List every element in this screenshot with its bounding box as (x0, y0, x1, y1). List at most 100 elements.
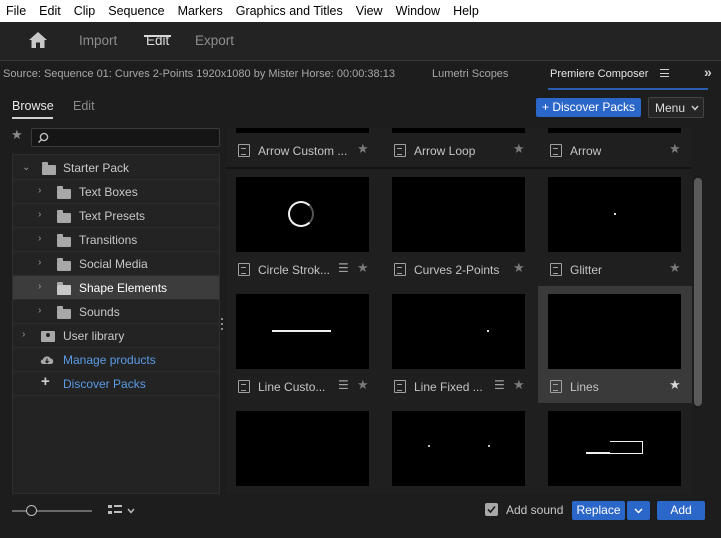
user-library-icon (41, 331, 55, 342)
tab-edit[interactable]: Edit (73, 99, 95, 113)
chevron-down-icon (634, 508, 643, 514)
panel-splitter-handle[interactable] (221, 318, 224, 332)
folder-icon (57, 306, 71, 319)
preset-options-icon[interactable]: ☰ (494, 378, 505, 392)
preset-file-icon (550, 144, 562, 157)
folder-icon (57, 210, 71, 223)
chevron-right-icon[interactable]: › (38, 185, 41, 196)
view-mode-icon[interactable] (108, 504, 122, 516)
preset-options-icon[interactable]: ☰ (338, 261, 349, 275)
preset-card[interactable]: Line Fixed ... ☰ ★ (382, 286, 538, 403)
tab-export[interactable]: Export (195, 33, 234, 48)
tree-item-user-library[interactable]: › User library (13, 324, 219, 348)
chevron-right-icon[interactable]: › (38, 233, 41, 244)
check-icon (487, 505, 496, 514)
preset-card[interactable] (226, 403, 382, 494)
menu-markers[interactable]: Markers (172, 4, 230, 18)
lumetri-scopes-tab[interactable]: Lumetri Scopes (432, 68, 508, 80)
add-sound-checkbox[interactable] (485, 503, 498, 516)
view-mode-chevron-icon[interactable] (127, 508, 135, 514)
tree-item-discover-packs[interactable]: + Discover Packs (13, 372, 219, 396)
menu-view[interactable]: View (350, 4, 390, 18)
discover-packs-button[interactable]: + Discover Packs (536, 98, 641, 117)
tree-item-sounds[interactable]: › Sounds (13, 300, 219, 324)
preset-file-icon (238, 263, 250, 276)
preset-card[interactable] (538, 403, 692, 494)
preset-thumbnail (392, 128, 525, 133)
chevron-right-icon[interactable]: › (38, 305, 41, 316)
tree-item-text-presets[interactable]: › Text Presets (13, 204, 219, 228)
chevron-right-icon[interactable]: › (38, 257, 41, 268)
panel-header: Source: Sequence 01: Curves 2-Points 192… (0, 62, 721, 88)
preset-file-icon (238, 144, 250, 157)
tab-browse[interactable]: Browse (12, 99, 54, 113)
preview-mark (428, 445, 430, 453)
preset-card[interactable]: Circle Strok... ☰ ★ (226, 169, 382, 286)
preset-card[interactable]: Line Custo... ☰ ★ (226, 286, 382, 403)
tree-item-starter-pack[interactable]: ⌄ Starter Pack (13, 156, 219, 180)
panel-overflow-icon[interactable]: » (704, 64, 712, 80)
replace-button[interactable]: Replace (572, 501, 625, 520)
preset-file-icon (394, 380, 406, 393)
add-button[interactable]: Add (657, 501, 705, 520)
menu-clip[interactable]: Clip (68, 4, 103, 18)
preset-card[interactable]: Curves 2-Points ★ (382, 169, 538, 286)
preset-card[interactable]: Arrow Custom ... ★ (226, 128, 382, 167)
favorite-star-icon[interactable]: ★ (669, 261, 681, 276)
thumbnail-size-slider[interactable] (12, 510, 92, 512)
preset-card[interactable]: Arrow Loop ★ (382, 128, 538, 167)
favorite-star-icon[interactable]: ★ (669, 142, 681, 157)
preset-card[interactable]: Arrow ★ (538, 128, 692, 167)
preset-thumbnail (548, 294, 681, 369)
tab-import[interactable]: Import (79, 33, 117, 48)
favorite-star-icon[interactable]: ★ (513, 378, 525, 393)
tree-item-label: Manage products (63, 353, 156, 367)
chevron-right-icon[interactable]: › (22, 329, 25, 340)
active-panel-indicator (548, 88, 708, 90)
favorite-star-icon[interactable]: ★ (669, 378, 681, 393)
line-fixed-preview (487, 330, 489, 332)
browse-tab-underline (12, 117, 53, 119)
favorite-star-icon[interactable]: ★ (357, 378, 369, 393)
favorites-star-icon[interactable]: ★ (11, 128, 23, 143)
menu-file[interactable]: File (0, 4, 33, 18)
home-icon[interactable] (28, 31, 48, 49)
grid-scrollbar[interactable] (694, 178, 702, 406)
menu-dropdown[interactable]: Menu (648, 97, 704, 118)
menu-graphics-and-titles[interactable]: Graphics and Titles (230, 4, 350, 18)
panel-menu-icon[interactable] (660, 69, 669, 77)
favorite-star-icon[interactable]: ★ (357, 142, 369, 157)
chevron-right-icon[interactable]: › (38, 209, 41, 220)
preset-options-icon[interactable]: ☰ (338, 378, 349, 392)
menu-sequence[interactable]: Sequence (102, 4, 171, 18)
menu-window[interactable]: Window (390, 4, 447, 18)
premiere-composer-tab[interactable]: Premiere Composer (550, 68, 648, 80)
replace-options-button[interactable] (627, 501, 650, 520)
preset-label: Lines (570, 380, 599, 394)
tree-item-social-media[interactable]: › Social Media (13, 252, 219, 276)
preset-grid: Arrow Custom ... ★ Arrow Loop ★ Arrow ★ … (226, 128, 692, 494)
chevron-right-icon[interactable]: › (38, 281, 41, 292)
line-preview (272, 330, 331, 332)
source-panel-tab[interactable]: Source: Sequence 01: Curves 2-Points 192… (3, 68, 395, 80)
favorite-star-icon[interactable]: ★ (513, 142, 525, 157)
thumbnail-size-slider-handle[interactable] (26, 505, 37, 516)
preset-thumbnail (392, 177, 525, 252)
favorite-star-icon[interactable]: ★ (513, 261, 525, 276)
tree-item-manage-products[interactable]: Manage products (13, 348, 219, 372)
preset-card[interactable]: Glitter ★ (538, 169, 692, 286)
tree-item-text-boxes[interactable]: › Text Boxes (13, 180, 219, 204)
preset-thumbnail (236, 128, 369, 133)
search-input[interactable] (31, 128, 220, 147)
menu-help[interactable]: Help (447, 4, 486, 18)
menu-edit[interactable]: Edit (33, 4, 68, 18)
folder-icon (42, 162, 56, 175)
preset-label: Glitter (570, 263, 603, 277)
chevron-down-icon[interactable]: ⌄ (22, 162, 30, 173)
tree-item-transitions[interactable]: › Transitions (13, 228, 219, 252)
tree-item-shape-elements[interactable]: › Shape Elements (13, 276, 219, 300)
plus-icon: + (41, 373, 50, 390)
favorite-star-icon[interactable]: ★ (357, 261, 369, 276)
preset-card-selected[interactable]: Lines ★ (538, 286, 692, 403)
preset-card[interactable] (382, 403, 538, 494)
